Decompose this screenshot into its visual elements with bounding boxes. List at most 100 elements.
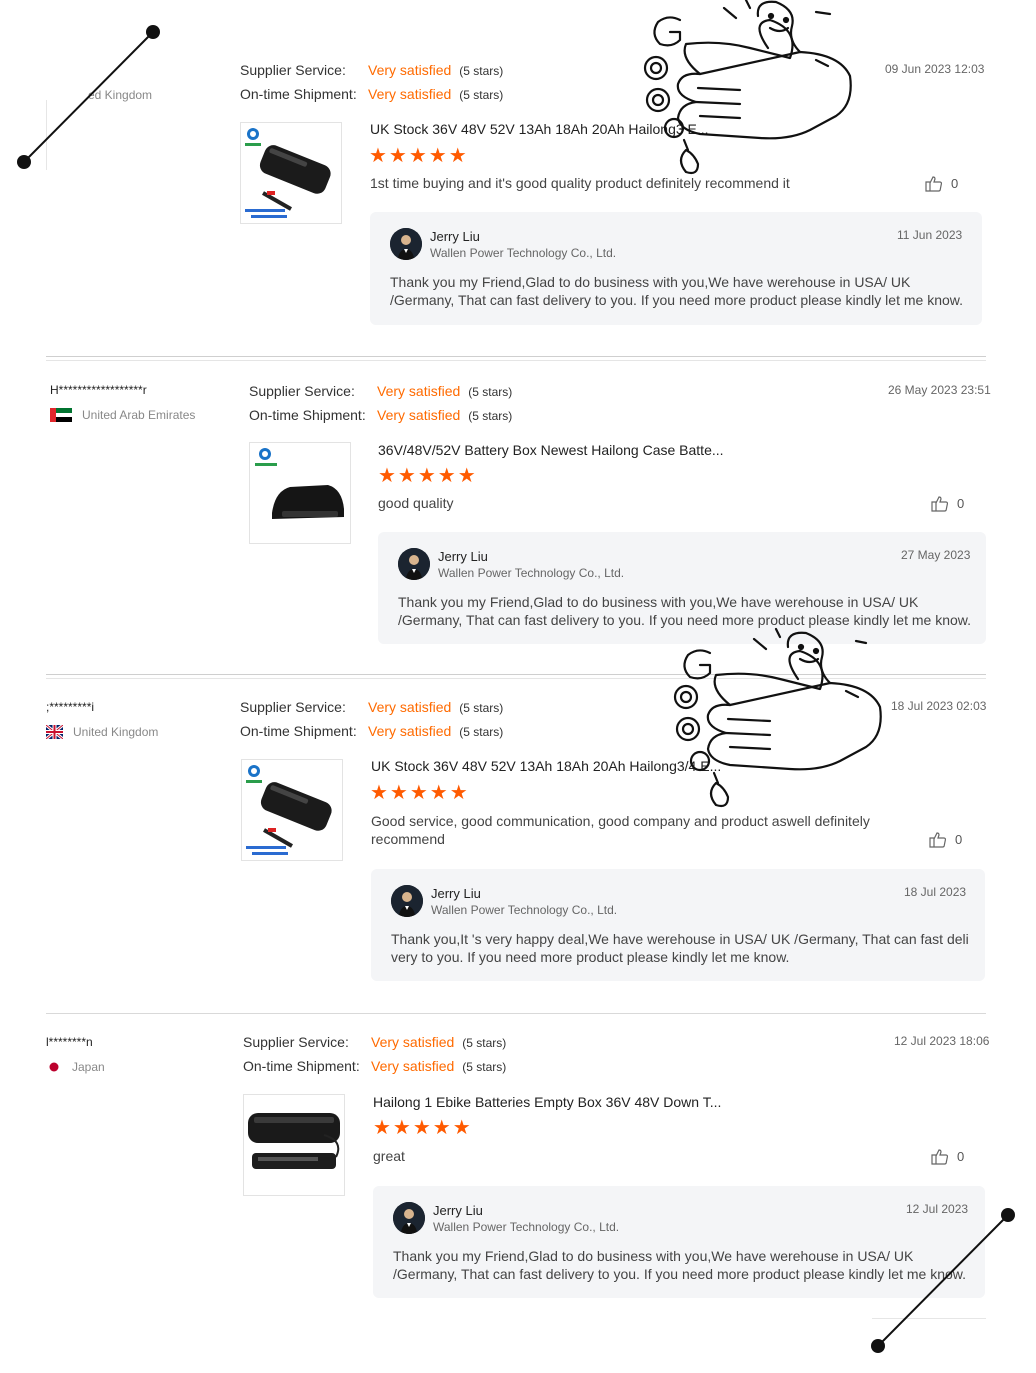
review-stars: ★★★★★ (378, 465, 478, 487)
like-button[interactable]: 0 (925, 175, 958, 192)
avatar (398, 548, 430, 580)
review-date: 12 Jul 2023 18:06 (894, 1034, 990, 1048)
reply-name: Jerry Liu (433, 1203, 483, 1218)
thumbs-up-icon (931, 1149, 949, 1165)
product-thumbnail[interactable] (243, 1094, 345, 1196)
divider (46, 1013, 986, 1014)
metric-stars: (5 stars) (462, 1036, 507, 1050)
country-label: United Arab Emirates (82, 408, 196, 422)
reply-name: Jerry Liu (430, 229, 480, 244)
like-count: 0 (957, 1149, 965, 1164)
product-title[interactable]: UK Stock 36V 48V 52V 13Ah 18Ah 20Ah Hail… (371, 758, 721, 774)
reply-company: Wallen Power Technology Co., Ltd. (431, 903, 618, 917)
metric-stars: (5 stars) (462, 1060, 507, 1074)
review-date: 26 May 2023 23:51 (888, 383, 991, 397)
review-text: great (373, 1148, 405, 1164)
avatar (390, 228, 422, 260)
review-date: 09 Jun 2023 12:03 (885, 62, 985, 76)
good-sticker (643, 0, 852, 175)
reply-message: Thank you my Friend,Glad to do business … (398, 594, 971, 628)
divider (46, 356, 986, 361)
like-button[interactable]: 0 (929, 831, 962, 848)
like-button[interactable]: 0 (931, 495, 964, 512)
metric-label: Supplier Service: (240, 699, 346, 715)
thumbs-up-icon (929, 832, 947, 848)
divider (46, 100, 47, 170)
reply-company: Wallen Power Technology Co., Ltd. (430, 246, 617, 260)
buyer-country: United Arab Emirates (50, 408, 195, 422)
buyer-country: ed Kingdom (88, 88, 152, 102)
metric-value: Very satisfied (368, 62, 452, 78)
review-stars: ★★★★★ (370, 782, 470, 804)
reply-message: Thank you my Friend,Glad to do business … (390, 274, 963, 308)
reply-name: Jerry Liu (438, 549, 488, 564)
reply-date: 27 May 2023 (901, 548, 971, 562)
reply-company: Wallen Power Technology Co., Ltd. (433, 1220, 620, 1234)
review-stars: ★★★★★ (369, 145, 469, 167)
product-title[interactable]: 36V/48V/52V Battery Box Newest Hailong C… (378, 442, 724, 458)
metric-stars: (5 stars) (459, 725, 504, 739)
buyer-name: ;*********i (46, 700, 95, 714)
avatar (393, 1202, 425, 1234)
country-label: Japan (72, 1060, 105, 1074)
metric-label: Supplier Service: (249, 383, 355, 399)
product-thumbnail[interactable] (241, 759, 343, 861)
review-text: 1st time buying and it's good quality pr… (370, 175, 790, 191)
product-thumbnail[interactable] (249, 442, 351, 544)
product-thumbnail[interactable] (240, 122, 342, 224)
thumbs-up-icon (925, 176, 943, 192)
like-button[interactable]: 0 (931, 1148, 964, 1165)
reply-date: 18 Jul 2023 (904, 885, 967, 899)
good-sticker (673, 627, 882, 808)
buyer-country: Japan (46, 1060, 105, 1074)
supplier-service-rating: Supplier Service: Very satisfied (5 stars) (243, 1034, 506, 1050)
metric-value: Very satisfied (368, 723, 452, 739)
like-count: 0 (951, 176, 959, 191)
metric-value: Very satisfied (377, 383, 461, 399)
metric-label: Supplier Service: (243, 1034, 349, 1050)
metric-stars: (5 stars) (459, 88, 504, 102)
metric-value: Very satisfied (368, 86, 452, 102)
divider (46, 674, 986, 679)
seller-reply: Jerry Liu Wallen Power Technology Co., L… (378, 532, 986, 644)
ontime-shipment-rating: On-time Shipment: Very satisfied (5 stars) (240, 86, 503, 102)
seller-reply: Jerry Liu Wallen Power Technology Co., L… (373, 1186, 985, 1298)
metric-stars: (5 stars) (459, 701, 504, 715)
flag-icon (50, 408, 72, 422)
like-count: 0 (955, 832, 963, 847)
metric-label: On-time Shipment: (243, 1058, 360, 1074)
buyer-name: l********n (46, 1035, 93, 1049)
country-label: ed Kingdom (88, 88, 153, 102)
flag-icon (46, 1060, 62, 1074)
review-stars: ★★★★★ (373, 1117, 473, 1139)
country-label: United Kingdom (73, 725, 159, 739)
metric-value: Very satisfied (368, 699, 452, 715)
metric-value: Very satisfied (371, 1058, 455, 1074)
metric-label: Supplier Service: (240, 62, 346, 78)
ontime-shipment-rating: On-time Shipment: Very satisfied (5 stars) (249, 407, 512, 423)
like-count: 0 (957, 496, 965, 511)
supplier-service-rating: Supplier Service: Very satisfied (5 stars) (240, 699, 503, 715)
overlay-graphics (17, 0, 1015, 1353)
buyer-name: H******************r (50, 383, 147, 397)
supplier-service-rating: Supplier Service: Very satisfied (5 stars) (249, 383, 512, 399)
reply-message: Thank you,It 's very happy deal,We have … (391, 931, 969, 965)
metric-stars: (5 stars) (468, 409, 513, 423)
metric-stars: (5 stars) (468, 385, 513, 399)
reply-date: 11 Jun 2023 (897, 228, 963, 242)
product-title[interactable]: Hailong 1 Ebike Batteries Empty Box 36V … (373, 1094, 721, 1110)
metric-value: Very satisfied (371, 1034, 455, 1050)
reply-company: Wallen Power Technology Co., Ltd. (438, 566, 625, 580)
avatar (391, 885, 423, 917)
divider (872, 1318, 986, 1319)
seller-reply: Jerry Liu Wallen Power Technology Co., L… (371, 869, 985, 981)
flag-icon (46, 725, 63, 739)
thumbs-up-icon (931, 496, 949, 512)
metric-value: Very satisfied (377, 407, 461, 423)
metric-label: On-time Shipment: (249, 407, 366, 423)
product-title[interactable]: UK Stock 36V 48V 52V 13Ah 18Ah 20Ah Hail… (370, 121, 709, 137)
buyer-country: United Kingdom (46, 725, 158, 739)
reply-name: Jerry Liu (431, 886, 481, 901)
ontime-shipment-rating: On-time Shipment: Very satisfied (5 stars) (240, 723, 503, 739)
review-text: good quality (378, 495, 454, 511)
